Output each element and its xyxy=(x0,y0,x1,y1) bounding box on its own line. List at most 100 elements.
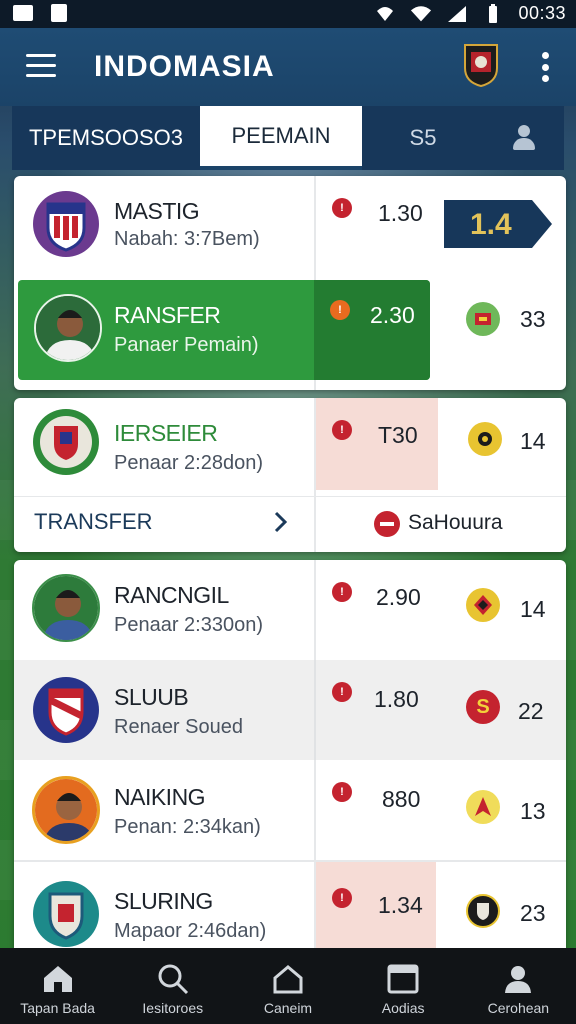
club-mini-icon xyxy=(466,302,500,336)
player-detail: Penaar 2:330on) xyxy=(114,614,264,636)
tab-s5[interactable]: S5 xyxy=(362,106,484,170)
stop-icon xyxy=(374,511,400,537)
profile-icon xyxy=(505,966,532,993)
player-name: IERSEIER xyxy=(114,420,218,446)
transfer-label: TRANSFER xyxy=(34,509,153,534)
player-name: SLUUB xyxy=(114,684,189,710)
alert-icon: ! xyxy=(332,682,352,702)
player-detail: Renaer Soued xyxy=(114,716,243,738)
club-badge xyxy=(32,676,100,744)
player-avatar xyxy=(32,776,100,844)
clock: 00:33 xyxy=(518,3,566,23)
list-item[interactable]: MASTIG Nabah: 3:7Bem) ! 1.30 1.4 xyxy=(14,176,566,274)
player-detail: Mapaor 2:46dan) xyxy=(114,920,267,942)
player-detail: Panaer Pemain) xyxy=(114,334,259,356)
count-value: 22 xyxy=(518,698,544,724)
player-detail: Nabah: 3:7Bem) xyxy=(114,228,260,250)
club-mini-icon xyxy=(466,790,500,824)
nav-home[interactable]: Tapan Bada xyxy=(0,948,115,1024)
list-item[interactable]: RANSFER Panaer Pemain) ! 2.30 33 xyxy=(14,274,566,390)
tab-pemain[interactable]: PEEMAIN xyxy=(200,106,362,170)
menu-icon[interactable] xyxy=(26,54,56,78)
sahouura-button[interactable]: SaHouura xyxy=(370,509,550,539)
alert-icon: ! xyxy=(332,198,352,218)
odds-value: 1.34 xyxy=(378,892,423,918)
player-card: MASTIG Nabah: 3:7Bem) ! 1.30 1.4 RANSFER… xyxy=(14,176,566,390)
odds-value: 2.90 xyxy=(376,584,421,610)
alert-icon: ! xyxy=(330,300,350,320)
alert-icon: ! xyxy=(332,420,352,440)
house-icon xyxy=(273,965,303,994)
odds-value: T30 xyxy=(378,422,418,448)
transfer-card: IERSEIER Penaar 2:28don) ! T30 14 TRANSF… xyxy=(14,398,566,552)
club-mini-icon xyxy=(468,422,502,456)
chevron-right-icon xyxy=(274,511,288,533)
cell-signal-icon xyxy=(446,5,468,23)
odds-value: 1.80 xyxy=(374,686,419,712)
player-name: MASTIG xyxy=(114,198,200,224)
highlight-odds-badge[interactable]: 1.4 xyxy=(444,200,552,248)
transfer-link[interactable]: TRANSFER xyxy=(14,497,314,552)
odds-value: 880 xyxy=(382,786,421,812)
nav-label: Cerohean xyxy=(487,1000,550,1016)
odds-value: 2.30 xyxy=(370,302,415,328)
app-title: INDOMASIA xyxy=(94,50,275,83)
nav-label: Caneim xyxy=(263,1000,313,1016)
tab-profile[interactable] xyxy=(484,106,564,170)
odds-value: 1.30 xyxy=(378,200,423,226)
club-badge xyxy=(32,408,100,476)
list-item[interactable]: IERSEIER Penaar 2:28don) ! T30 14 xyxy=(14,398,566,496)
player-name: RANCNGIL xyxy=(114,582,229,608)
player-avatar xyxy=(34,294,102,362)
status-bar: 00:33 xyxy=(0,0,576,28)
nav-profile[interactable]: Cerohean xyxy=(461,948,576,1024)
list-item[interactable]: RANCNGIL Penaar 2:330on) ! 2.90 14 xyxy=(14,560,566,660)
bottom-nav: Tapan Bada Iesitoroes Caneim Aodias Cero… xyxy=(0,948,576,1024)
count-value: 23 xyxy=(520,900,546,926)
highlight-odds-value: 1.4 xyxy=(470,208,512,241)
battery-icon xyxy=(482,3,504,23)
alert-icon: ! xyxy=(332,782,352,802)
signal-icon xyxy=(374,5,396,23)
selected-odds-cell xyxy=(314,280,430,380)
tab-bar: TPEMSOOSO3 PEEMAIN S5 xyxy=(12,106,564,170)
nav-calendar[interactable]: Aodias xyxy=(346,948,461,1024)
more-vert-icon[interactable] xyxy=(542,52,550,82)
calendar-icon xyxy=(387,964,419,994)
club-logo[interactable] xyxy=(462,42,500,88)
player-detail: Penan: 2:34kan) xyxy=(114,816,261,838)
home-icon xyxy=(43,966,72,992)
nav-search[interactable]: Iesitoroes xyxy=(115,948,230,1024)
odds-cell-highlight xyxy=(316,398,438,490)
alert-icon: ! xyxy=(332,582,352,602)
count-value: 14 xyxy=(520,428,546,454)
alert-icon: ! xyxy=(332,888,352,908)
sim-icon xyxy=(48,4,70,22)
list-item[interactable]: NAIKING Penan: 2:34kan) ! 880 13 xyxy=(14,760,566,860)
transfer-action-row: TRANSFER SaHouura xyxy=(14,496,566,552)
user-icon xyxy=(511,124,537,152)
nav-house[interactable]: Caneim xyxy=(230,948,345,1024)
count-value: 33 xyxy=(520,306,546,332)
player-name: NAIKING xyxy=(114,784,206,810)
nav-label: Tapan Bada xyxy=(20,1000,95,1016)
app-bar: INDOMASIA xyxy=(0,28,576,106)
tab-tpemsooso3[interactable]: TPEMSOOSO3 xyxy=(12,106,200,170)
player-detail: Penaar 2:28don) xyxy=(114,452,264,474)
player-list-card: RANCNGIL Penaar 2:330on) ! 2.90 14 SLUUB… xyxy=(14,560,566,948)
count-value: 14 xyxy=(520,596,546,622)
club-badge xyxy=(32,190,100,258)
list-item[interactable]: SLUUB Renaer Soued ! 1.80 S 22 xyxy=(14,660,566,760)
player-name: SLURING xyxy=(114,888,213,914)
club-mini-icon: S xyxy=(466,690,500,724)
nav-label: Iesitoroes xyxy=(142,1000,204,1016)
club-mini-icon xyxy=(466,894,500,928)
search-icon xyxy=(158,964,188,995)
wifi-icon xyxy=(410,5,432,23)
player-avatar xyxy=(32,574,100,642)
club-badge xyxy=(32,880,100,948)
player-name: RANSFER xyxy=(114,302,221,328)
sahouura-label: SaHouura xyxy=(408,511,503,534)
count-value: 13 xyxy=(520,798,546,824)
list-item[interactable]: SLURING Mapaor 2:46dan) ! 1.34 23 xyxy=(14,860,566,948)
